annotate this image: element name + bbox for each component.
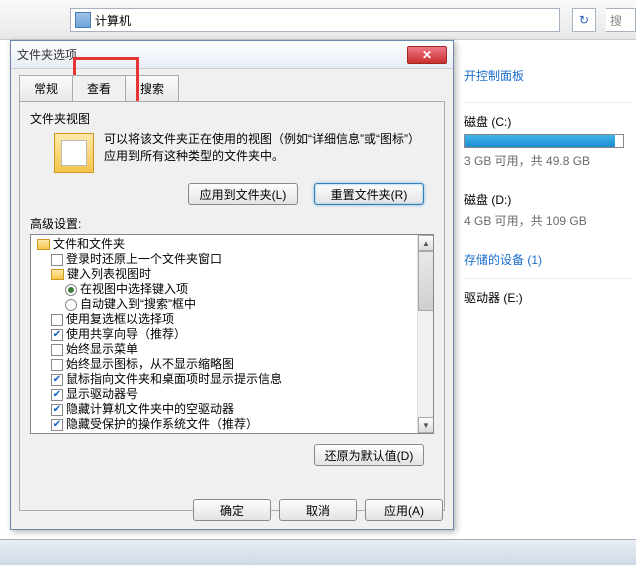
tree-item[interactable]: 始终显示图标，从不显示缩略图 xyxy=(37,357,433,372)
tree-item-label: 在视图中选择键入项 xyxy=(80,282,188,297)
search-placeholder: 搜 xyxy=(610,12,622,29)
checkbox-icon[interactable] xyxy=(51,344,63,356)
explorer-right-panel: 开控制面板 磁盘 (C:) 3 GB 可用，共 49.8 GB 磁盘 (D:) … xyxy=(460,55,636,565)
tree-item-label: 隐藏受保护的操作系统文件（推荐） xyxy=(66,417,258,432)
tree-item-label: 自动键入到“搜索”框中 xyxy=(80,297,196,312)
tab-strip: 常规 查看 搜索 xyxy=(19,75,453,101)
checkbox-icon[interactable] xyxy=(51,359,63,371)
radio-icon[interactable] xyxy=(65,299,77,311)
search-box[interactable]: 搜 xyxy=(606,8,636,32)
tree-item[interactable]: 自动键入到“搜索”框中 xyxy=(37,297,433,312)
control-panel-link[interactable]: 开控制面板 xyxy=(464,67,632,84)
address-bar[interactable]: 计算机 xyxy=(70,8,560,32)
address-text: 计算机 xyxy=(95,12,131,29)
tree-item[interactable]: 在视图中选择键入项 xyxy=(37,282,433,297)
disk-c-info: 3 GB 可用，共 49.8 GB xyxy=(464,152,632,169)
close-icon: ✕ xyxy=(422,48,432,62)
dialog-footer: 确定 取消 应用(A) xyxy=(193,499,443,521)
tree-item-label: 使用共享向导（推荐） xyxy=(66,327,186,342)
scroll-up-button[interactable]: ▲ xyxy=(418,235,434,251)
tree-item[interactable]: 登录时还原上一个文件夹窗口 xyxy=(37,252,433,267)
disk-d-info: 4 GB 可用，共 109 GB xyxy=(464,212,632,229)
checkbox-icon[interactable]: ✔ xyxy=(51,374,63,386)
advanced-settings-label: 高级设置: xyxy=(30,215,434,232)
tree-item[interactable]: ✔显示驱动器号 xyxy=(37,387,433,402)
taskbar[interactable] xyxy=(0,539,636,565)
dialog-titlebar[interactable]: 文件夹选项 ✕ xyxy=(11,41,453,69)
checkbox-icon[interactable]: ✔ xyxy=(51,419,63,431)
folder-icon xyxy=(51,269,64,280)
tree-root[interactable]: 文件和文件夹 xyxy=(37,237,433,252)
cancel-button[interactable]: 取消 xyxy=(279,499,357,521)
radio-icon[interactable] xyxy=(65,284,77,296)
tree-item[interactable]: 始终显示菜单 xyxy=(37,342,433,357)
tree-item-label: 始终显示菜单 xyxy=(66,342,138,357)
dialog-title: 文件夹选项 xyxy=(17,46,77,63)
tree-item-label: 键入列表视图时 xyxy=(67,267,151,282)
folder-view-icon xyxy=(54,133,94,173)
disk-c-label: 磁盘 (C:) xyxy=(464,113,632,130)
tree-item-label: 始终显示图标，从不显示缩略图 xyxy=(66,357,234,372)
apply-button[interactable]: 应用(A) xyxy=(365,499,443,521)
computer-icon xyxy=(75,12,91,28)
tree-scrollbar[interactable]: ▲ ▼ xyxy=(417,235,433,433)
tree-item[interactable]: ✔隐藏计算机文件夹中的空驱动器 xyxy=(37,402,433,417)
tree-item[interactable]: ✔使用共享向导（推荐） xyxy=(37,327,433,342)
disk-c-bar xyxy=(464,134,624,148)
refresh-button[interactable]: ↻ xyxy=(572,8,596,32)
tree-item[interactable]: ✔鼠标指向文件夹和桌面项时显示提示信息 xyxy=(37,372,433,387)
disk-d-block[interactable]: 磁盘 (D:) 4 GB 可用，共 109 GB xyxy=(464,191,632,229)
tree-item-label: 使用复选框以选择项 xyxy=(66,312,174,327)
devices-header[interactable]: 存储的设备 (1) xyxy=(464,251,632,268)
ok-button[interactable]: 确定 xyxy=(193,499,271,521)
tab-view[interactable]: 查看 xyxy=(72,75,126,101)
tree-item-label: 登录时还原上一个文件夹窗口 xyxy=(66,252,222,267)
tree-item[interactable]: ✔隐藏受保护的操作系统文件（推荐） xyxy=(37,417,433,432)
tree-root-label: 文件和文件夹 xyxy=(53,237,125,252)
tab-search[interactable]: 搜索 xyxy=(125,75,179,101)
disk-c-block[interactable]: 磁盘 (C:) 3 GB 可用，共 49.8 GB xyxy=(464,113,632,169)
explorer-toolbar: 计算机 ↻ 搜 xyxy=(0,0,636,40)
tree-item[interactable]: 使用复选框以选择项 xyxy=(37,312,433,327)
disk-d-label: 磁盘 (D:) xyxy=(464,191,632,208)
checkbox-icon[interactable]: ✔ xyxy=(51,404,63,416)
scroll-down-button[interactable]: ▼ xyxy=(418,417,434,433)
checkbox-icon[interactable] xyxy=(51,314,63,326)
scroll-thumb[interactable] xyxy=(418,251,434,311)
tree-item[interactable]: 键入列表视图时 xyxy=(37,267,433,282)
tab-content-view: 文件夹视图 可以将该文件夹正在使用的视图（例如“详细信息”或“图标”）应用到所有… xyxy=(19,101,445,511)
checkbox-icon[interactable]: ✔ xyxy=(51,389,63,401)
close-button[interactable]: ✕ xyxy=(407,46,447,64)
tree-item-label: 显示驱动器号 xyxy=(66,387,138,402)
folder-icon xyxy=(37,239,50,250)
tree-item-label: 鼠标指向文件夹和桌面项时显示提示信息 xyxy=(66,372,282,387)
drive-e-block[interactable]: 驱动器 (E:) xyxy=(464,289,632,306)
folder-view-label: 文件夹视图 xyxy=(30,110,434,127)
tab-general[interactable]: 常规 xyxy=(19,75,73,101)
checkbox-icon[interactable] xyxy=(51,254,63,266)
apply-to-folders-button[interactable]: 应用到文件夹(L) xyxy=(188,183,298,205)
folder-options-dialog: 文件夹选项 ✕ 常规 查看 搜索 文件夹视图 可以将该文件夹正在使用的视图（例如… xyxy=(10,40,454,530)
restore-defaults-button[interactable]: 还原为默认值(D) xyxy=(314,444,424,466)
checkbox-icon[interactable]: ✔ xyxy=(51,329,63,341)
refresh-icon: ↻ xyxy=(579,13,589,27)
drive-e-label: 驱动器 (E:) xyxy=(464,289,632,306)
advanced-settings-tree[interactable]: 文件和文件夹 登录时还原上一个文件夹窗口键入列表视图时在视图中选择键入项自动键入… xyxy=(30,234,434,434)
tree-item-label: 隐藏计算机文件夹中的空驱动器 xyxy=(66,402,234,417)
reset-folders-button[interactable]: 重置文件夹(R) xyxy=(314,183,424,205)
folder-view-desc: 可以将该文件夹正在使用的视图（例如“详细信息”或“图标”）应用到所有这种类型的文… xyxy=(100,129,434,177)
